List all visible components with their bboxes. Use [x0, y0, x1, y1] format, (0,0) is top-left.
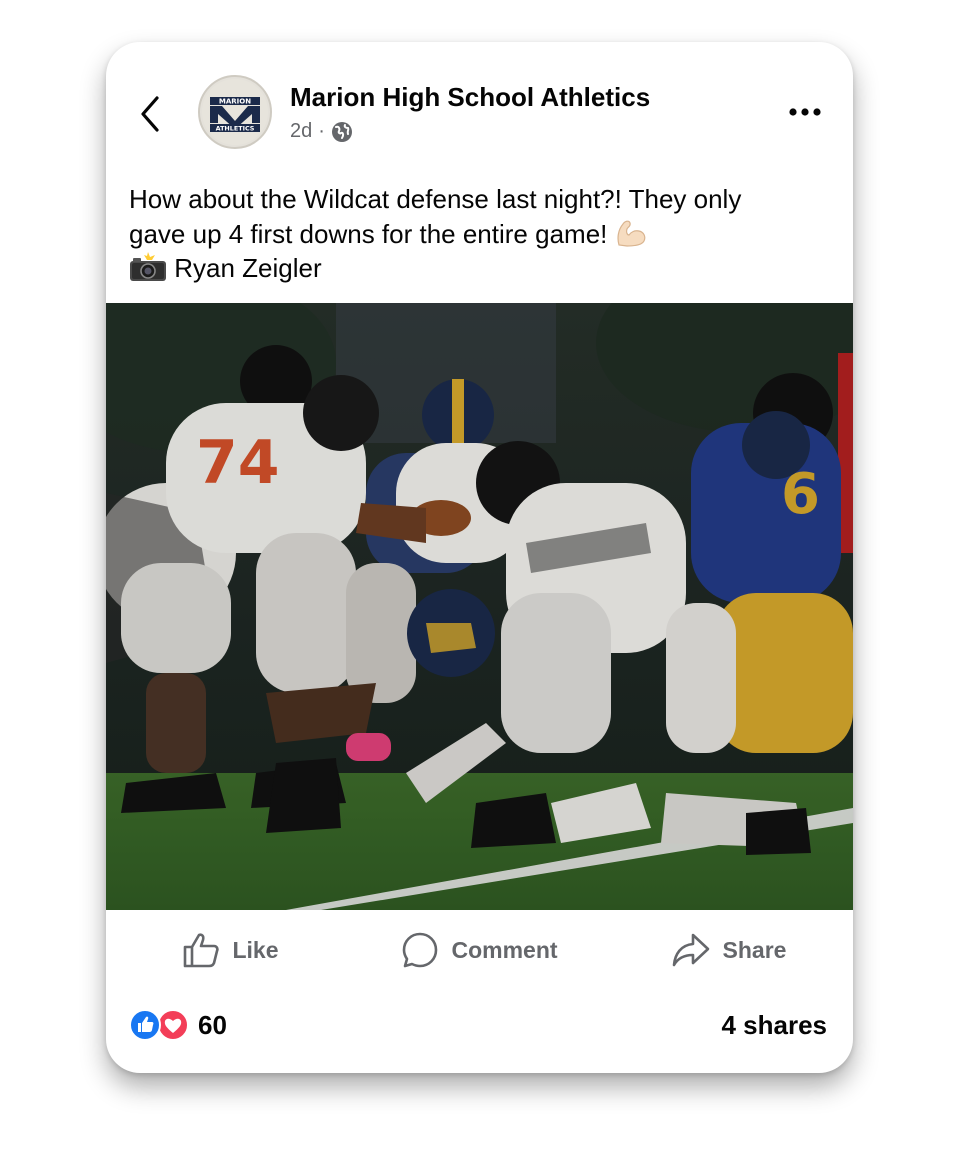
speech-bubble-icon	[403, 932, 438, 968]
comment-label: Comment	[451, 936, 558, 963]
page-name[interactable]: Marion High School Athletics	[290, 82, 650, 113]
share-arrow-icon	[672, 933, 709, 967]
like-button[interactable]: Like	[106, 910, 355, 990]
thumbs-up-icon	[184, 933, 220, 968]
flexed-biceps-emoji	[617, 220, 645, 247]
like-reaction-icon	[129, 1009, 161, 1041]
comment-button[interactable]: Comment	[355, 910, 604, 990]
avatar-top-text: MARION	[219, 98, 251, 106]
like-label: Like	[232, 936, 279, 963]
post-photo[interactable]: 74 6	[106, 303, 853, 910]
back-button[interactable]	[136, 94, 166, 134]
post-meta: 2d ·	[290, 120, 353, 143]
globe-icon	[331, 121, 352, 142]
camera-flash-emoji	[130, 252, 166, 281]
shares-count[interactable]: 4 shares	[721, 1010, 827, 1041]
page-avatar[interactable]: MARION ATHLETICS	[198, 75, 272, 149]
post-text: How about the Wildcat defense last night…	[129, 182, 839, 286]
marion-logo-icon: MARION ATHLETICS	[202, 79, 268, 145]
reaction-icons	[129, 1009, 189, 1041]
post-card: MARION ATHLETICS Marion High School Athl…	[106, 42, 853, 1073]
post-text-line-1: How about the Wildcat defense last night…	[129, 184, 742, 214]
share-button[interactable]: Share	[604, 910, 853, 990]
football-players-image: 74 6	[106, 303, 853, 910]
reactions-count: 60	[198, 1009, 227, 1040]
photo-credit: Ryan Zeigler	[174, 253, 322, 283]
reactions-summary[interactable]: 60	[128, 1008, 227, 1042]
chevron-left-icon	[141, 96, 159, 132]
post-time[interactable]: 2d	[290, 120, 312, 143]
love-reaction-icon	[157, 1009, 189, 1041]
post-text-line-2: gave up 4 first downs for the entire gam…	[129, 218, 608, 249]
meta-separator: ·	[318, 120, 325, 142]
more-horizontal-icon	[789, 108, 821, 116]
avatar-bottom-text: ATHLETICS	[216, 125, 255, 133]
action-bar: Like Comment Share	[106, 910, 853, 990]
more-options-button[interactable]	[785, 100, 825, 124]
share-label: Share	[722, 936, 787, 963]
